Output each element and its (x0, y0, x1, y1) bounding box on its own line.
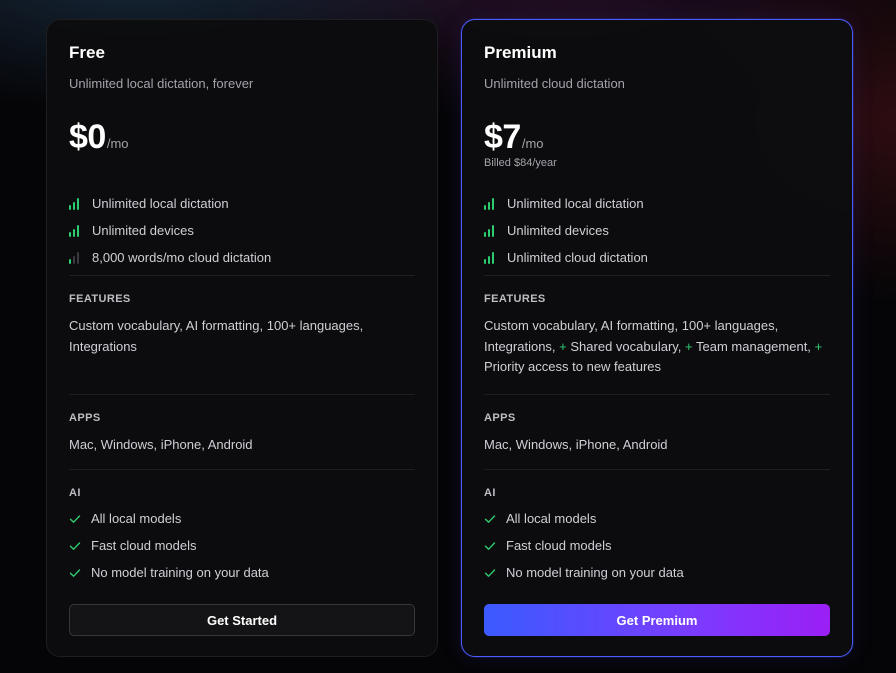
ai-label: AI (69, 487, 81, 499)
plus-icon: + (685, 338, 693, 354)
ai-item-label: All local models (91, 511, 182, 526)
apps-label: APPS (69, 412, 101, 424)
plus-icon: + (559, 338, 567, 354)
billing-note: Billed $84/year (484, 157, 557, 169)
ai-item: Fast cloud models (69, 532, 269, 559)
plan-description: Unlimited local dictation, forever (69, 76, 254, 91)
usage-item: Unlimited local dictation (69, 190, 271, 217)
check-icon (69, 513, 81, 525)
check-icon (484, 567, 496, 579)
divider (484, 394, 830, 395)
signal-bars-full-icon (484, 224, 497, 237)
apps-label: APPS (484, 412, 516, 424)
price-amount: $0 (69, 118, 106, 156)
premium-plan-card: Premium Unlimited cloud dictation $7 /mo… (461, 19, 853, 657)
usage-item-label: 8,000 words/mo cloud dictation (92, 250, 272, 265)
divider (69, 469, 415, 470)
divider (69, 275, 415, 276)
signal-bars-partial-icon (69, 251, 82, 264)
usage-item: Unlimited devices (484, 217, 648, 244)
free-plan-card: Free Unlimited local dictation, forever … (46, 19, 438, 657)
ai-item-label: Fast cloud models (506, 538, 612, 553)
ai-item-label: Fast cloud models (91, 538, 197, 553)
usage-item-label: Unlimited local dictation (507, 196, 644, 211)
signal-bars-full-icon (69, 224, 82, 237)
usage-item: Unlimited cloud dictation (484, 244, 648, 271)
ai-list: All local models Fast cloud models No mo… (69, 505, 269, 586)
price-amount: $7 (484, 118, 521, 156)
price-unit: /mo (106, 136, 129, 151)
check-icon (69, 540, 81, 552)
price-unit: /mo (521, 136, 544, 151)
usage-item: 8,000 words/mo cloud dictation (69, 244, 271, 271)
check-icon (484, 540, 496, 552)
ai-item: No model training on your data (484, 559, 684, 586)
check-icon (69, 567, 81, 579)
usage-list: Unlimited local dictation Unlimited devi… (484, 190, 648, 271)
usage-item-label: Unlimited devices (92, 223, 194, 238)
ai-item-label: No model training on your data (506, 565, 684, 580)
signal-bars-full-icon (484, 251, 497, 264)
features-label: FEATURES (484, 293, 546, 305)
divider (484, 275, 830, 276)
get-premium-button[interactable]: Get Premium (484, 604, 830, 636)
usage-item: Unlimited local dictation (484, 190, 648, 217)
usage-item-label: Unlimited local dictation (92, 196, 229, 211)
ai-item: No model training on your data (69, 559, 269, 586)
ai-item-label: All local models (506, 511, 597, 526)
ai-item-label: No model training on your data (91, 565, 269, 580)
feature-extra: Shared vocabulary, (570, 338, 682, 354)
divider (69, 394, 415, 395)
price: $7 /mo (484, 118, 544, 157)
ai-item: All local models (69, 505, 269, 532)
price: $0 /mo (69, 118, 129, 157)
features-text: Custom vocabulary, AI formatting, 100+ l… (484, 316, 824, 378)
ai-item: All local models (484, 505, 684, 532)
get-started-button[interactable]: Get Started (69, 604, 415, 636)
usage-item: Unlimited devices (69, 217, 271, 244)
ai-item: Fast cloud models (484, 532, 684, 559)
check-icon (484, 513, 496, 525)
usage-item-label: Unlimited cloud dictation (507, 250, 648, 265)
plan-name: Premium (484, 43, 557, 62)
feature-extra: Priority access to new features (484, 359, 662, 374)
plan-description: Unlimited cloud dictation (484, 76, 625, 91)
signal-bars-full-icon (484, 197, 497, 210)
features-label: FEATURES (69, 293, 131, 305)
ai-label: AI (484, 487, 496, 499)
ai-list: All local models Fast cloud models No mo… (484, 505, 684, 586)
apps-text: Mac, Windows, iPhone, Android (69, 437, 253, 452)
plan-name: Free (69, 43, 105, 62)
usage-item-label: Unlimited devices (507, 223, 609, 238)
plus-icon: + (814, 338, 823, 354)
feature-extra: Team management, (696, 338, 811, 354)
apps-text: Mac, Windows, iPhone, Android (484, 437, 668, 452)
features-text: Custom vocabulary, AI formatting, 100+ l… (69, 318, 364, 354)
usage-list: Unlimited local dictation Unlimited devi… (69, 190, 271, 271)
signal-bars-full-icon (69, 197, 82, 210)
divider (484, 469, 830, 470)
